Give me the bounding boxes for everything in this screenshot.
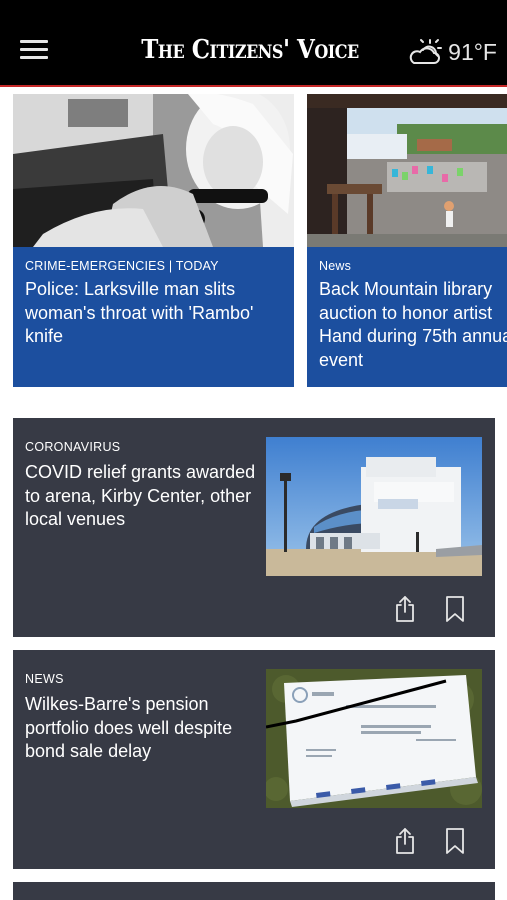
article-text: CORONAVIRUS COVID relief grants awarded … [25,440,265,532]
article-category: News [319,259,352,273]
article-actions [393,595,467,623]
headline-line: Back Mountain library [319,279,493,299]
hamburger-menu-icon[interactable] [20,40,48,64]
article-card[interactable]: NEWS Wilkes-Barre's pension portfolio do… [13,650,495,869]
article-card-partial[interactable] [13,882,495,900]
hero-article-text: CRIME-EMERGENCIES | TODAY Police: Larksv… [25,259,294,349]
article-headline[interactable]: Police: Larksville man slits woman's thr… [25,278,294,349]
article-photo [266,437,482,576]
site-logo[interactable]: The Citizens' Voice [140,34,360,65]
article-photo [307,94,507,247]
article-photo [13,94,294,247]
article-headline[interactable]: Back Mountain library auction to honor a… [319,278,507,372]
hero-article-card[interactable]: News Back Mountain library auction to ho… [307,94,507,387]
bookmark-icon[interactable] [443,595,467,623]
article-card[interactable]: CORONAVIRUS COVID relief grants awarded … [13,418,495,637]
article-category: NEWS [25,672,64,686]
hero-article-card[interactable]: CRIME-EMERGENCIES | TODAY Police: Larksv… [13,94,294,387]
hero-article-text: News Back Mountain library auction to ho… [319,259,507,372]
article-headline[interactable]: Wilkes-Barre's pension portfolio does we… [25,693,265,764]
weather-widget[interactable]: 91°F [408,38,497,66]
article-actions [393,827,467,855]
temperature: 91°F [448,38,497,65]
share-icon[interactable] [393,827,417,855]
bookmark-icon[interactable] [443,827,467,855]
article-category: CRIME-EMERGENCIES | TODAY [25,259,219,273]
headline-line: Hand during 75th annual [319,326,507,346]
app-header: The Citizens' Voice 91°F [0,0,507,87]
article-headline[interactable]: COVID relief grants awarded to arena, Ki… [25,461,265,532]
article-photo [266,669,482,808]
partly-sunny-icon [409,39,443,64]
article-text: NEWS Wilkes-Barre's pension portfolio do… [25,672,265,764]
article-category: CORONAVIRUS [25,440,121,454]
share-icon[interactable] [393,595,417,623]
headline-line: event [319,349,364,370]
headline-line: auction to honor artist [319,302,493,323]
